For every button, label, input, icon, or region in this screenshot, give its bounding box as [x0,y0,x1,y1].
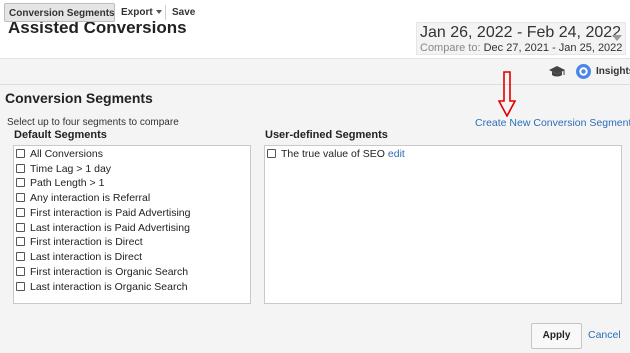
segment-label: Last interaction is Paid Advertising [30,222,190,234]
graduation-cap-icon[interactable] [548,65,566,79]
segment-checkbox[interactable] [16,149,25,158]
cancel-link[interactable]: Cancel [588,329,621,341]
segment-label: Time Lag > 1 day [30,163,112,175]
section-title: Conversion Segments [5,90,153,106]
segment-item: Time Lag > 1 day [16,163,111,176]
export-button-label: Export [121,7,153,18]
segment-item: Last interaction is Direct [16,251,142,264]
segment-checkbox[interactable] [16,178,25,187]
insights-button[interactable]: Insights [596,66,630,77]
segment-label: First interaction is Paid Advertising [30,207,191,219]
segment-item: Last interaction is Paid Advertising [16,222,190,235]
apply-button[interactable]: Apply [531,323,582,349]
export-button[interactable]: Export [121,3,162,22]
conversion-segments-button[interactable]: Conversion Segments [4,3,115,22]
date-range-text: Jan 26, 2022 - Feb 24, 2022 [420,24,622,41]
segment-checkbox[interactable] [16,252,25,261]
segment-label: Any interaction is Referral [30,192,151,204]
segment-label: All Conversions [30,148,103,160]
default-segments-heading: Default Segments [14,129,107,141]
compare-label: Compare to: [420,42,481,54]
segment-checkbox[interactable] [16,237,25,246]
annotation-arrow-icon [498,71,516,117]
segment-checkbox[interactable] [16,164,25,173]
segment-label: First interaction is Direct [30,236,143,248]
segment-checkbox[interactable] [16,267,25,276]
chevron-down-icon[interactable] [612,35,622,41]
segment-item: Path Length > 1 [16,177,104,190]
segment-checkbox[interactable] [16,282,25,291]
segment-item: All Conversions [16,148,103,161]
segment-checkbox[interactable] [267,149,276,158]
segment-item: First interaction is Direct [16,236,143,249]
conversion-segments-button-label: Conversion Segments [9,8,115,19]
segment-item: First interaction is Paid Advertising [16,207,190,220]
segment-label: Last interaction is Organic Search [30,281,188,293]
segment-label: Path Length > 1 [30,177,105,189]
segment-label: First interaction is Organic Search [30,266,189,278]
segment-checkbox[interactable] [16,193,25,202]
create-segment-link[interactable]: Create New Conversion Segment [475,117,630,129]
instruction-text: Select up to four segments to compare [7,117,179,128]
compare-range-text: Dec 27, 2021 - Jan 25, 2022 [483,42,623,54]
save-button[interactable]: Save [172,3,195,22]
segment-label: The true value of SEO [281,148,385,160]
segment-item: Any interaction is Referral [16,192,150,205]
insights-icon[interactable] [575,63,592,80]
user-segments-heading: User-defined Segments [265,129,388,141]
segment-label: Last interaction is Direct [30,251,143,263]
compare-range: Compare to: Dec 27, 2021 - Jan 25, 2022 [420,42,622,54]
segment-checkbox[interactable] [16,208,25,217]
chevron-down-icon [155,10,162,15]
edit-segment-link[interactable]: edit [388,148,405,160]
toolbar-divider [165,5,166,20]
date-range-picker[interactable]: Jan 26, 2022 - Feb 24, 2022 Compare to: … [416,22,626,55]
report-toolbar [0,59,630,85]
segment-checkbox[interactable] [16,223,25,232]
segment-item: Last interaction is Organic Search [16,281,188,294]
segment-item: First interaction is Organic Search [16,266,188,279]
user-segments-list [264,145,622,304]
user-segment-item: The true value of SEO edit [267,148,405,161]
